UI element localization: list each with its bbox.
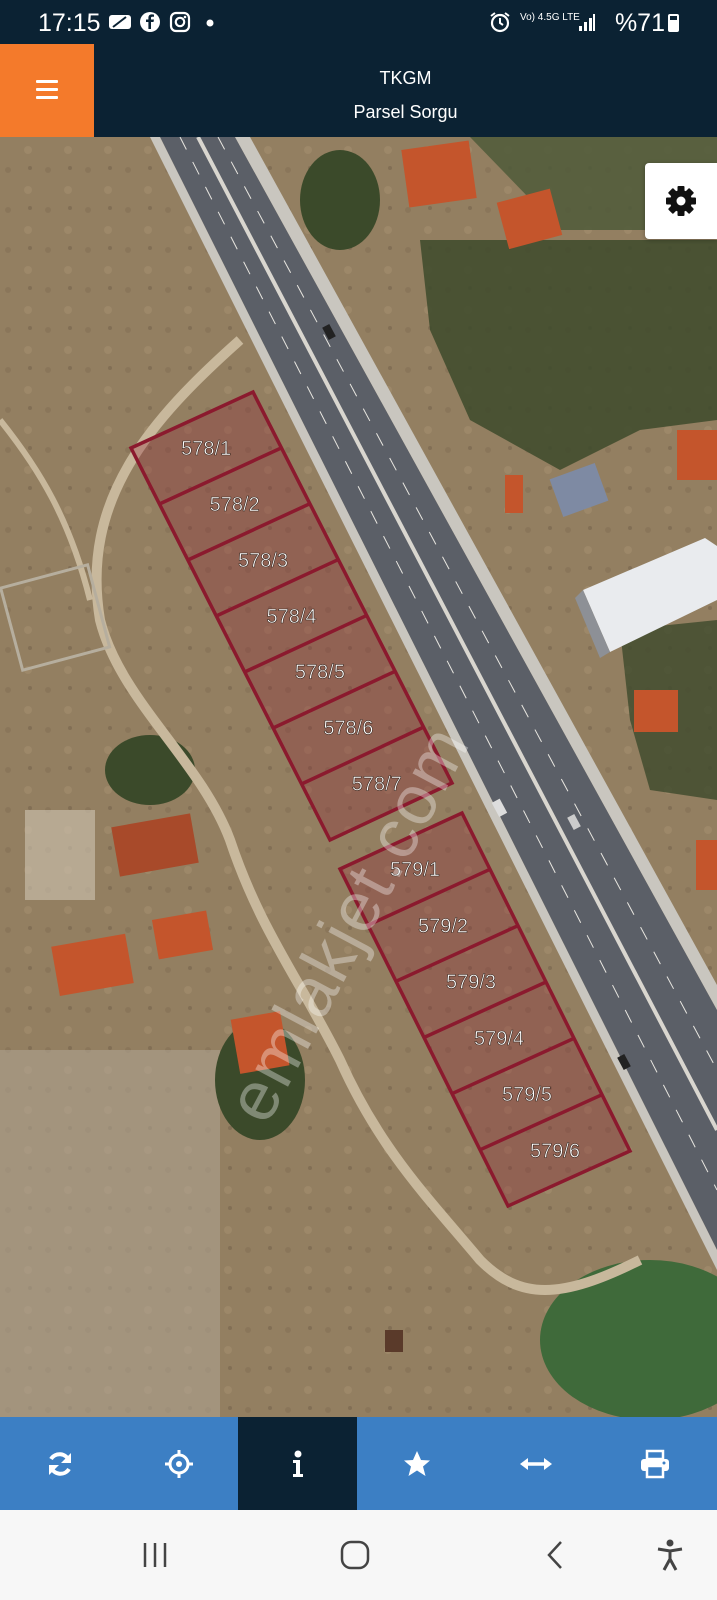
measure-button[interactable] [476,1417,595,1510]
print-button[interactable] [595,1417,714,1510]
dot-icon [205,11,215,33]
locate-button[interactable] [119,1417,238,1510]
parcel-label[interactable]: 579/5 [502,1084,553,1107]
info-icon [292,1450,303,1477]
battery-percent: %71 [614,9,665,37]
status-time: 17:15 [38,9,101,37]
instagram-icon [169,11,191,33]
satellite-map[interactable]: 578/1 578/2 578/3 578/4 578/5 578/6 578/7 579/… [0,137,717,1417]
menu-button[interactable] [0,44,94,137]
parcel-label[interactable]: 578/6 [323,717,374,740]
refresh-icon [48,1451,71,1476]
refresh-button[interactable] [0,1417,119,1510]
app-title: TKGM [379,68,432,88]
parcel-label[interactable]: 579/6 [530,1140,581,1163]
crosshair-icon [164,1449,193,1478]
settings-button[interactable] [645,163,717,239]
parcel-label[interactable]: 578/2 [209,494,260,517]
star-icon [403,1450,430,1476]
printer-icon [640,1449,669,1478]
accessibility-icon [657,1539,683,1571]
parcel-label[interactable]: 578/7 [351,773,402,796]
back-button[interactable] [530,1532,580,1578]
home-icon [340,1540,370,1570]
parcel-label[interactable]: 579/1 [390,859,441,882]
facebook-icon [139,11,161,33]
accessibility-button[interactable] [645,1532,695,1578]
hamburger-icon [36,80,58,83]
gear-icon [666,186,696,216]
signal-icon [578,11,596,33]
map-toolbar [0,1417,717,1510]
network-label: Vo) 4.5G LTE [520,12,580,23]
system-nav-bar [0,1510,717,1600]
parcel-label[interactable]: 579/4 [474,1028,525,1051]
app-header: TKGM Parsel Sorgu [0,44,717,137]
parcel-label[interactable]: 578/4 [266,605,317,628]
home-button[interactable] [330,1532,380,1578]
parcel-label[interactable]: 578/5 [295,661,346,684]
parcel-label[interactable]: 579/2 [418,915,469,938]
video-call-icon [108,11,132,33]
battery-icon [668,14,679,32]
parcel-label[interactable]: 579/3 [446,971,497,994]
favorite-button[interactable] [357,1417,476,1510]
parcel-label[interactable]: 578/1 [181,438,232,461]
parcel-label[interactable]: 578/3 [238,550,289,573]
alarm-icon [488,11,512,33]
app-subtitle: Parsel Sorgu [353,102,458,122]
status-bar: 17:15 Vo) 4.5G LTE %71 [0,0,717,44]
rocky-area [0,1050,220,1417]
arrows-horizontal-icon [519,1457,552,1470]
recent-apps-button[interactable] [130,1532,180,1578]
back-icon [547,1541,562,1569]
info-button[interactable] [238,1417,357,1510]
map-view[interactable]: 578/1 578/2 578/3 578/4 578/5 578/6 578/7 579/… [0,137,717,1417]
recent-apps-icon [143,1543,167,1567]
